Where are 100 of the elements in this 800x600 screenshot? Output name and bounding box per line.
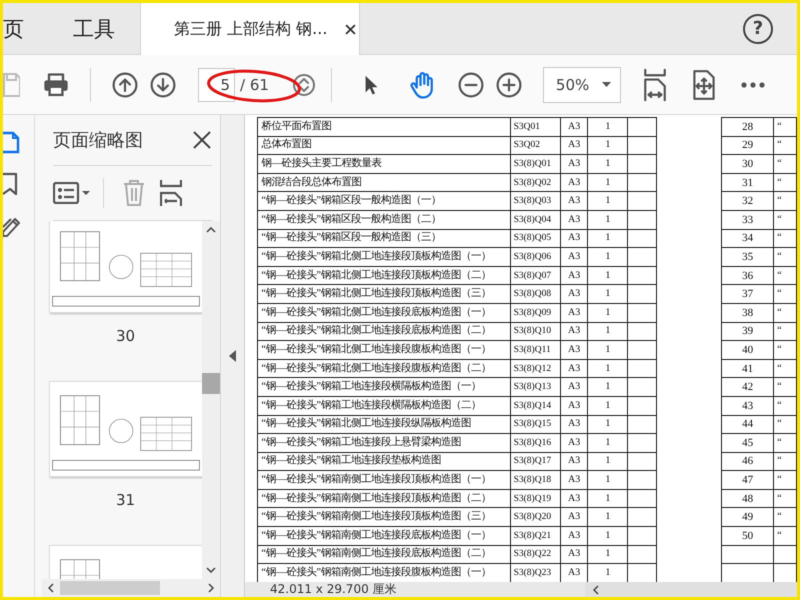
zoom-in-icon[interactable] bbox=[496, 72, 522, 98]
page-thumbnail[interactable] bbox=[49, 221, 202, 313]
stepper-icon[interactable] bbox=[292, 72, 316, 96]
options-icon[interactable] bbox=[53, 182, 91, 204]
table-cell: S3(8)Q02 bbox=[510, 173, 560, 192]
help-button[interactable]: ? bbox=[743, 14, 773, 44]
vertical-scrollbar[interactable] bbox=[202, 221, 220, 579]
chevron-down-icon[interactable] bbox=[206, 567, 216, 573]
table-cell: 40 bbox=[721, 340, 774, 360]
table-cell: 1 bbox=[588, 322, 628, 341]
tab[interactable]: 第三册 上部结构 钢... bbox=[140, 3, 360, 55]
table-cell: A3 bbox=[560, 452, 588, 471]
table-cell: A3 bbox=[560, 154, 588, 174]
page-thumbnail[interactable] bbox=[49, 381, 202, 477]
close-icon[interactable] bbox=[345, 24, 356, 34]
table-cell: “ bbox=[774, 526, 796, 546]
table-cell: 1 bbox=[588, 284, 628, 304]
table-cell: 42 bbox=[721, 378, 774, 396]
close-icon[interactable] bbox=[192, 130, 212, 150]
tab[interactable]: 工具 bbox=[48, 3, 140, 54]
table-cell: “ bbox=[774, 266, 796, 285]
table-cell: 桥位平面布置图 bbox=[258, 118, 510, 136]
table-cell: “ bbox=[774, 118, 796, 136]
table-cell: “钢—砼接头”钢箱北侧工地连接段底板构造图（二） bbox=[258, 322, 510, 341]
table-cell: A3 bbox=[560, 359, 588, 378]
table-cell: 28 bbox=[721, 118, 774, 136]
table-cell: “ bbox=[774, 396, 796, 415]
table-cell: 钢混结合段总体布置图 bbox=[258, 173, 510, 192]
table-cell: 1 bbox=[588, 192, 628, 210]
table-cell: 37 bbox=[721, 284, 774, 304]
table-cell: S3(8)Q16 bbox=[510, 434, 560, 452]
table-cell: A3 bbox=[560, 396, 588, 415]
table-cell: 1 bbox=[588, 434, 628, 452]
table-cell: “ bbox=[774, 508, 796, 527]
table-cell: 35 bbox=[721, 248, 774, 266]
tab[interactable]: 页 bbox=[3, 3, 48, 54]
table-cell: S3Q02 bbox=[510, 136, 560, 155]
chevron-left-icon[interactable] bbox=[593, 584, 599, 594]
table-cell: S3(8)Q18 bbox=[510, 470, 560, 490]
page-number-label: 31 bbox=[116, 491, 136, 509]
page-resize-icon[interactable] bbox=[690, 68, 717, 100]
table-cell: “ bbox=[774, 359, 796, 378]
table-cell: S3(8)Q09 bbox=[510, 303, 560, 322]
horizontal-scrollbar[interactable] bbox=[42, 579, 220, 597]
print-icon[interactable] bbox=[42, 70, 70, 98]
table-cell: “钢—砼接头”钢箱北侧工地连接段纵隔板构造图 bbox=[258, 415, 510, 434]
arrow-down-icon[interactable] bbox=[150, 72, 176, 98]
table-cell: “钢—砼接头”钢箱南侧工地连接段底板构造图（一） bbox=[258, 526, 510, 546]
table-cell: “ bbox=[774, 489, 796, 508]
table-cell: S3(8)Q12 bbox=[510, 359, 560, 378]
chevron-up-icon[interactable] bbox=[206, 227, 216, 233]
table-cell: 32 bbox=[721, 192, 774, 210]
table-cell: A3 bbox=[560, 136, 588, 155]
table-cell: S3(8)Q15 bbox=[510, 415, 560, 434]
table-cell: 1 bbox=[588, 452, 628, 471]
table-cell: “ bbox=[774, 154, 796, 174]
table-cell: S3(8)Q11 bbox=[510, 340, 560, 360]
arrow-up-icon[interactable] bbox=[112, 72, 138, 98]
table-cell: “钢—砼接头”钢箱区段一般构造图（一） bbox=[258, 192, 510, 210]
zoom-dropdown[interactable]: 50% bbox=[542, 66, 621, 102]
table-cell: “ bbox=[774, 340, 796, 360]
zoom-out-icon[interactable] bbox=[458, 72, 484, 98]
table-cell: “钢—砼接头”钢箱工地连接段垫板构造图 bbox=[258, 452, 510, 471]
table-cell: A3 bbox=[560, 508, 588, 527]
table-cell: 1 bbox=[588, 210, 628, 230]
table-cell: A3 bbox=[560, 303, 588, 322]
table-cell: “钢—砼接头”钢箱北侧工地连接段顶板构造图（三） bbox=[258, 284, 510, 304]
table-cell: 钢—砼接头主要工程数量表 bbox=[258, 154, 510, 174]
table-cell: 31 bbox=[721, 173, 774, 192]
table-cell: “ bbox=[774, 434, 796, 452]
table-cell: 1 bbox=[588, 303, 628, 322]
table-cell: “钢—砼接头”钢箱区段一般构造图（三） bbox=[258, 229, 510, 248]
table-cell: A3 bbox=[560, 526, 588, 546]
page-number-label: 30 bbox=[116, 327, 136, 345]
table-cell: 33 bbox=[721, 210, 774, 230]
chevron-right-icon[interactable] bbox=[208, 583, 214, 593]
table-cell: “钢—砼接头”钢箱南侧工地连接段顶板构造图（三） bbox=[258, 508, 510, 527]
table-cell: 43 bbox=[721, 396, 774, 415]
table-cell: 1 bbox=[588, 396, 628, 415]
table-cell: “ bbox=[774, 470, 796, 490]
insert-page-icon[interactable] bbox=[160, 179, 182, 207]
fit-page-icon[interactable] bbox=[642, 68, 668, 102]
table-cell: 1 bbox=[588, 340, 628, 360]
table-cell: 1 bbox=[588, 470, 628, 490]
table-cell: “钢—砼接头”钢箱北侧工地连接段底板构造图（一） bbox=[258, 303, 510, 322]
table-cell: A3 bbox=[560, 266, 588, 285]
table-cell: “钢—砼接头”钢箱工地连接段横隔板构造图（二） bbox=[258, 396, 510, 415]
table-cell: 1 bbox=[588, 508, 628, 527]
table-cell: S3(8)Q10 bbox=[510, 322, 560, 341]
table-cell: 1 bbox=[588, 118, 628, 136]
table-cell: “ bbox=[774, 284, 796, 304]
table-cell: “钢—砼接头”钢箱南侧工地连接段顶板构造图（二） bbox=[258, 489, 510, 508]
collapse-arrow-icon[interactable] bbox=[229, 350, 236, 362]
more-icon[interactable] bbox=[740, 80, 766, 88]
scroll-thumb[interactable] bbox=[60, 581, 160, 595]
scroll-thumb[interactable] bbox=[202, 373, 220, 394]
table-cell: 49 bbox=[721, 508, 774, 527]
table-cell: “ bbox=[774, 378, 796, 396]
chevron-left-icon[interactable] bbox=[48, 583, 54, 593]
page-thumbnails-icon[interactable] bbox=[3, 130, 21, 154]
